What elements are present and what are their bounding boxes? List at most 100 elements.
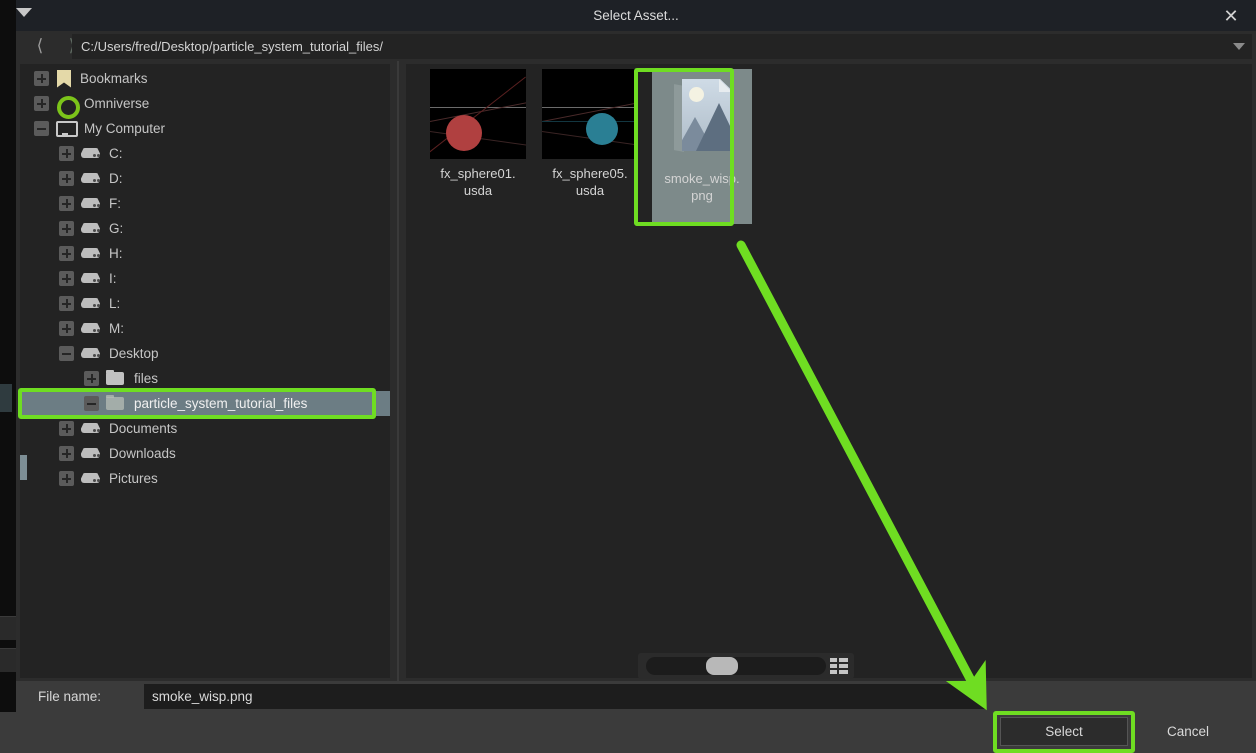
expand-icon[interactable] — [59, 246, 74, 261]
usda-thumbnail — [542, 69, 638, 159]
window-title: Select Asset... — [593, 8, 679, 23]
sphere-preview — [446, 115, 482, 151]
bookmark-icon — [56, 70, 72, 88]
tree-item-f[interactable]: F: — [20, 191, 390, 216]
tree-item-label: My Computer — [84, 121, 166, 136]
file-item[interactable]: fx_sphere05. usda — [540, 69, 640, 199]
expand-icon[interactable] — [34, 71, 49, 86]
tree-item-downloads[interactable]: Downloads — [20, 441, 390, 466]
tree-item-label: L: — [109, 296, 121, 311]
thumbnail-size-control — [638, 653, 854, 679]
path-text: C:/Users/fred/Desktop/particle_system_tu… — [81, 39, 384, 54]
dialog-window: Select Asset... ✕ ⟨ ⟩ C:/Users/fred/Desk… — [16, 0, 1256, 712]
folder-tree-panel: Bookmarks Omniverse My Computer C: D: F: G: H: I… — [20, 64, 390, 678]
expand-icon[interactable] — [59, 271, 74, 286]
tree-item-label: M: — [109, 321, 124, 336]
expand-icon[interactable] — [34, 96, 49, 111]
expand-icon[interactable] — [59, 471, 74, 486]
folder-icon — [106, 370, 126, 387]
expand-icon[interactable] — [59, 296, 74, 311]
chevron-down-icon[interactable] — [1233, 43, 1245, 50]
drive-icon — [81, 245, 101, 262]
tree-item-g[interactable]: G: — [20, 216, 390, 241]
drive-icon — [81, 420, 101, 437]
tree-item-d[interactable]: D: — [20, 166, 390, 191]
drive-icon — [81, 445, 101, 462]
tree-item-l[interactable]: L: — [20, 291, 390, 316]
path-input[interactable]: C:/Users/fred/Desktop/particle_system_tu… — [72, 34, 1252, 59]
tree-item-bookmarks[interactable]: Bookmarks — [20, 66, 390, 91]
file-item-label-line2: png — [691, 188, 713, 203]
file-item-label-line2: usda — [575, 183, 605, 198]
tree-item-label: Desktop — [109, 346, 159, 361]
tree-item-label: Pictures — [109, 471, 158, 486]
tree-item-my-computer[interactable]: My Computer — [20, 116, 390, 141]
host-app-left-button-1[interactable] — [0, 616, 16, 640]
drive-icon — [81, 170, 101, 187]
tree-item-label: Bookmarks — [80, 71, 148, 86]
file-item[interactable]: fx_sphere01.usda — [428, 69, 528, 199]
select-asset-dialog-screen: Select Asset... ✕ ⟨ ⟩ C:/Users/fred/Desk… — [0, 0, 1256, 753]
collapse-icon[interactable] — [84, 396, 99, 411]
tree-item-label: files — [134, 371, 159, 386]
expand-icon[interactable] — [59, 196, 74, 211]
file-item-label-line1: fx_sphere01. — [440, 166, 516, 181]
tree-item-m[interactable]: M: — [20, 316, 390, 341]
tree-item-files[interactable]: files — [20, 366, 390, 391]
grid-view-icon[interactable] — [830, 658, 848, 674]
expand-icon[interactable] — [59, 171, 74, 186]
drive-icon — [81, 195, 101, 212]
tree-item-label: Downloads — [109, 446, 176, 461]
tree-item-h[interactable]: H: — [20, 241, 390, 266]
usda-thumbnail — [430, 69, 526, 159]
tree-item-label: I: — [109, 271, 117, 286]
omniverse-icon — [56, 95, 80, 119]
tree-item-pictures[interactable]: Pictures — [20, 466, 390, 491]
drive-icon — [81, 470, 101, 487]
monitor-icon — [56, 120, 78, 137]
file-item-label: fx_sphere05. usda — [540, 165, 640, 199]
file-item-label: smoke_wisp. png — [652, 170, 752, 204]
cancel-button[interactable]: Cancel — [1136, 717, 1240, 746]
image-file-icon — [654, 74, 750, 164]
title-bar: Select Asset... ✕ — [16, 0, 1256, 31]
tree-item-particle-system-tutorial-files[interactable]: particle_system_tutorial_files — [20, 391, 390, 416]
folder-open-icon — [106, 395, 126, 412]
close-icon[interactable]: ✕ — [1214, 0, 1248, 31]
expand-icon[interactable] — [59, 321, 74, 336]
filename-input[interactable]: smoke_wisp.png — [144, 684, 986, 709]
select-button[interactable]: Select — [1000, 717, 1128, 746]
thumbnail-size-slider-handle[interactable] — [706, 657, 738, 675]
tree-item-label: H: — [109, 246, 123, 261]
collapse-icon[interactable] — [34, 121, 49, 136]
expand-icon[interactable] — [59, 446, 74, 461]
tree-item-label: Omniverse — [84, 96, 150, 111]
tree-item-documents[interactable]: Documents — [20, 416, 390, 441]
file-item-label-line2: usda — [463, 183, 493, 198]
host-app-left-button-2[interactable] — [0, 648, 16, 672]
expand-icon[interactable] — [59, 146, 74, 161]
filename-row: File name: smoke_wisp.png — [16, 681, 1256, 712]
tree-item-omniverse[interactable]: Omniverse — [20, 91, 390, 119]
tree-item-label: F: — [109, 196, 121, 211]
collapse-icon[interactable] — [59, 346, 74, 361]
back-icon[interactable]: ⟨ — [26, 31, 54, 61]
expand-icon[interactable] — [59, 421, 74, 436]
drive-icon — [81, 295, 101, 312]
tree-item-label: D: — [109, 171, 123, 186]
dialog-body: Bookmarks Omniverse My Computer C: D: F: G: H: I… — [16, 61, 1256, 681]
splitter-line — [397, 61, 399, 681]
panel-splitter[interactable] — [390, 61, 406, 681]
drive-icon — [81, 145, 101, 162]
host-app-left-strip — [0, 0, 16, 753]
expand-icon[interactable] — [59, 221, 74, 236]
expand-icon[interactable] — [84, 371, 99, 386]
tree-item-label: C: — [109, 146, 123, 161]
tree-item-i[interactable]: I: — [20, 266, 390, 291]
tree-item-c[interactable]: C: — [20, 141, 390, 166]
tree-item-desktop[interactable]: Desktop — [20, 341, 390, 366]
sphere-preview — [586, 113, 618, 145]
file-item[interactable]: smoke_wisp. png — [652, 69, 752, 224]
host-app-left-accent — [0, 384, 12, 412]
tree-item-label: G: — [109, 221, 124, 236]
